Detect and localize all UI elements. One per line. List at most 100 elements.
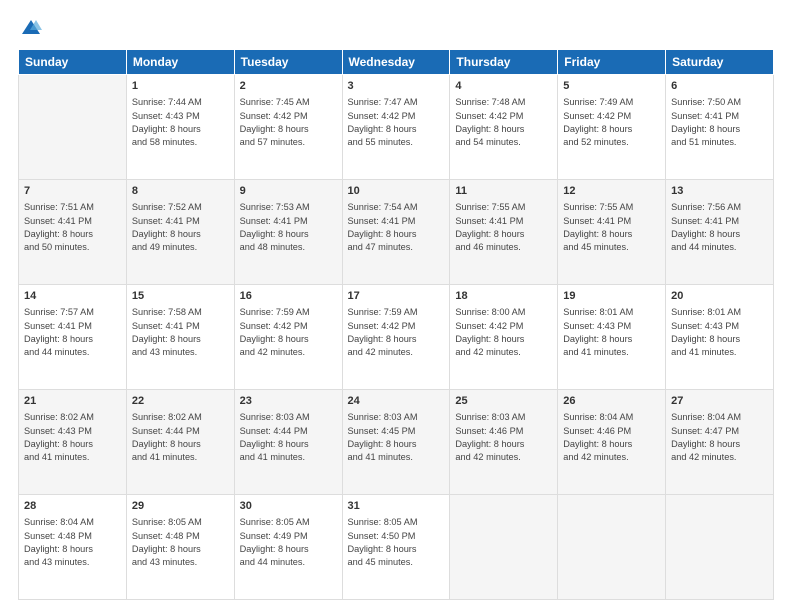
calendar-cell: 18 Sunrise: 8:00 AM Sunset: 4:42 PM Dayli… [450, 285, 558, 390]
calendar-cell [558, 495, 666, 600]
day-number: 20 [671, 289, 768, 304]
day-number: 22 [132, 394, 229, 409]
day-info: Sunrise: 7:59 AM Sunset: 4:42 PM Dayligh… [348, 306, 445, 359]
calendar-cell: 26Sunrise: 8:04 AM Sunset: 4:46 PM Dayli… [558, 390, 666, 495]
calendar-cell: 20 Sunrise: 8:01 AM Sunset: 4:43 PM Dayli… [666, 285, 774, 390]
day-info: Sunrise: 8:05 AM Sunset: 4:50 PM Dayligh… [348, 516, 445, 569]
day-info: Sunrise: 8:02 AM Sunset: 4:44 PM Dayligh… [132, 411, 229, 464]
calendar-cell: 7Sunrise: 7:51 AM Sunset: 4:41 PM Daylig… [19, 180, 127, 285]
calendar-cell: 5 Sunrise: 7:49 AM Sunset: 4:42 PM Daylig… [558, 75, 666, 180]
day-info: Sunrise: 8:03 AM Sunset: 4:46 PM Dayligh… [455, 411, 552, 464]
day-info: Sunrise: 7:57 AM Sunset: 4:41 PM Dayligh… [24, 306, 121, 359]
day-info: Sunrise: 8:04 AM Sunset: 4:48 PM Dayligh… [24, 516, 121, 569]
day-number: 10 [348, 184, 445, 199]
calendar-body: 1Sunrise: 7:44 AM Sunset: 4:43 PM Daylig… [19, 75, 774, 600]
day-info: Sunrise: 7:59 AM Sunset: 4:42 PM Dayligh… [240, 306, 337, 359]
header [18, 18, 774, 39]
day-number: 2 [240, 79, 337, 94]
day-info: Sunrise: 7:49 AM Sunset: 4:42 PM Dayligh… [563, 96, 660, 149]
day-number: 30 [240, 499, 337, 514]
calendar-cell: 22 Sunrise: 8:02 AM Sunset: 4:44 PM Dayli… [126, 390, 234, 495]
week-row-3: 14 Sunrise: 7:57 AM Sunset: 4:41 PM Dayli… [19, 285, 774, 390]
calendar-cell: 15Sunrise: 7:58 AM Sunset: 4:41 PM Dayli… [126, 285, 234, 390]
day-number: 7 [24, 184, 121, 199]
calendar-cell: 17 Sunrise: 7:59 AM Sunset: 4:42 PM Dayli… [342, 285, 450, 390]
calendar-cell: 10 Sunrise: 7:54 AM Sunset: 4:41 PM Dayli… [342, 180, 450, 285]
day-number: 24 [348, 394, 445, 409]
day-info: Sunrise: 8:04 AM Sunset: 4:47 PM Dayligh… [671, 411, 768, 464]
day-number: 6 [671, 79, 768, 94]
calendar-cell: 19 Sunrise: 8:01 AM Sunset: 4:43 PM Dayli… [558, 285, 666, 390]
day-number: 23 [240, 394, 337, 409]
week-row-5: 28 Sunrise: 8:04 AM Sunset: 4:48 PM Dayli… [19, 495, 774, 600]
calendar-cell: 31Sunrise: 8:05 AM Sunset: 4:50 PM Dayli… [342, 495, 450, 600]
day-number: 4 [455, 79, 552, 94]
day-info: Sunrise: 7:47 AM Sunset: 4:42 PM Dayligh… [348, 96, 445, 149]
day-number: 14 [24, 289, 121, 304]
day-number: 17 [348, 289, 445, 304]
day-info: Sunrise: 8:02 AM Sunset: 4:43 PM Dayligh… [24, 411, 121, 464]
day-info: Sunrise: 8:05 AM Sunset: 4:48 PM Dayligh… [132, 516, 229, 569]
day-info: Sunrise: 7:45 AM Sunset: 4:42 PM Dayligh… [240, 96, 337, 149]
day-number: 8 [132, 184, 229, 199]
calendar-cell: 28 Sunrise: 8:04 AM Sunset: 4:48 PM Dayli… [19, 495, 127, 600]
calendar-cell: 4 Sunrise: 7:48 AM Sunset: 4:42 PM Daylig… [450, 75, 558, 180]
day-number: 21 [24, 394, 121, 409]
calendar-cell [666, 495, 774, 600]
day-info: Sunrise: 8:03 AM Sunset: 4:44 PM Dayligh… [240, 411, 337, 464]
day-number: 18 [455, 289, 552, 304]
day-info: Sunrise: 7:55 AM Sunset: 4:41 PM Dayligh… [563, 201, 660, 254]
day-info: Sunrise: 8:01 AM Sunset: 4:43 PM Dayligh… [563, 306, 660, 359]
day-of-week-thursday: Thursday [450, 50, 558, 75]
day-number: 28 [24, 499, 121, 514]
calendar-cell: 8Sunrise: 7:52 AM Sunset: 4:41 PM Daylig… [126, 180, 234, 285]
calendar-cell: 24Sunrise: 8:03 AM Sunset: 4:45 PM Dayli… [342, 390, 450, 495]
day-info: Sunrise: 8:01 AM Sunset: 4:43 PM Dayligh… [671, 306, 768, 359]
calendar-cell: 21 Sunrise: 8:02 AM Sunset: 4:43 PM Dayli… [19, 390, 127, 495]
calendar-table: SundayMondayTuesdayWednesdayThursdayFrid… [18, 49, 774, 600]
day-number: 27 [671, 394, 768, 409]
calendar-cell: 23 Sunrise: 8:03 AM Sunset: 4:44 PM Dayli… [234, 390, 342, 495]
day-of-week-tuesday: Tuesday [234, 50, 342, 75]
calendar-cell: 14 Sunrise: 7:57 AM Sunset: 4:41 PM Dayli… [19, 285, 127, 390]
page: SundayMondayTuesdayWednesdayThursdayFrid… [0, 0, 792, 612]
days-header-row: SundayMondayTuesdayWednesdayThursdayFrid… [19, 50, 774, 75]
week-row-1: 1Sunrise: 7:44 AM Sunset: 4:43 PM Daylig… [19, 75, 774, 180]
day-info: Sunrise: 7:44 AM Sunset: 4:43 PM Dayligh… [132, 96, 229, 149]
calendar-cell: 6Sunrise: 7:50 AM Sunset: 4:41 PM Daylig… [666, 75, 774, 180]
day-info: Sunrise: 7:54 AM Sunset: 4:41 PM Dayligh… [348, 201, 445, 254]
day-number: 5 [563, 79, 660, 94]
calendar-cell: 25Sunrise: 8:03 AM Sunset: 4:46 PM Dayli… [450, 390, 558, 495]
day-number: 16 [240, 289, 337, 304]
calendar-cell: 16 Sunrise: 7:59 AM Sunset: 4:42 PM Dayli… [234, 285, 342, 390]
calendar-cell: 3 Sunrise: 7:47 AM Sunset: 4:42 PM Daylig… [342, 75, 450, 180]
calendar-cell: 30Sunrise: 8:05 AM Sunset: 4:49 PM Dayli… [234, 495, 342, 600]
day-info: Sunrise: 8:04 AM Sunset: 4:46 PM Dayligh… [563, 411, 660, 464]
day-number: 12 [563, 184, 660, 199]
day-info: Sunrise: 8:00 AM Sunset: 4:42 PM Dayligh… [455, 306, 552, 359]
day-number: 19 [563, 289, 660, 304]
day-info: Sunrise: 7:58 AM Sunset: 4:41 PM Dayligh… [132, 306, 229, 359]
calendar-cell [19, 75, 127, 180]
day-of-week-friday: Friday [558, 50, 666, 75]
day-info: Sunrise: 7:48 AM Sunset: 4:42 PM Dayligh… [455, 96, 552, 149]
week-row-4: 21 Sunrise: 8:02 AM Sunset: 4:43 PM Dayli… [19, 390, 774, 495]
day-of-week-monday: Monday [126, 50, 234, 75]
day-number: 13 [671, 184, 768, 199]
calendar-cell: 29 Sunrise: 8:05 AM Sunset: 4:48 PM Dayli… [126, 495, 234, 600]
day-of-week-wednesday: Wednesday [342, 50, 450, 75]
calendar-cell: 11Sunrise: 7:55 AM Sunset: 4:41 PM Dayli… [450, 180, 558, 285]
week-row-2: 7Sunrise: 7:51 AM Sunset: 4:41 PM Daylig… [19, 180, 774, 285]
day-number: 3 [348, 79, 445, 94]
day-of-week-saturday: Saturday [666, 50, 774, 75]
day-number: 9 [240, 184, 337, 199]
calendar-cell: 27 Sunrise: 8:04 AM Sunset: 4:47 PM Dayli… [666, 390, 774, 495]
day-info: Sunrise: 7:53 AM Sunset: 4:41 PM Dayligh… [240, 201, 337, 254]
calendar-cell: 13 Sunrise: 7:56 AM Sunset: 4:41 PM Dayli… [666, 180, 774, 285]
calendar-cell: 1Sunrise: 7:44 AM Sunset: 4:43 PM Daylig… [126, 75, 234, 180]
calendar-cell [450, 495, 558, 600]
day-number: 29 [132, 499, 229, 514]
calendar-cell: 12 Sunrise: 7:55 AM Sunset: 4:41 PM Dayli… [558, 180, 666, 285]
day-info: Sunrise: 7:56 AM Sunset: 4:41 PM Dayligh… [671, 201, 768, 254]
logo-icon [20, 18, 42, 41]
